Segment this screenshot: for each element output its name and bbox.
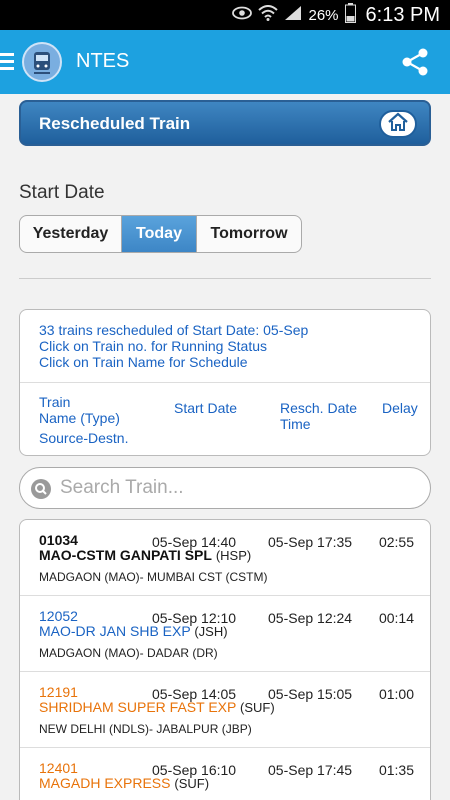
delay: 01:35 <box>378 762 414 778</box>
clock: 6:13 PM <box>365 3 440 26</box>
resched-date: 05-Sep 15:05 <box>268 686 353 702</box>
wifi-icon <box>258 5 279 25</box>
home-button[interactable] <box>379 110 417 138</box>
menu-icon[interactable] <box>0 53 14 71</box>
start-date-label: Start Date <box>19 182 105 203</box>
hint-running-status: Click on Train no. for Running Status <box>39 338 268 354</box>
start-date: 05-Sep 14:05 <box>152 686 237 702</box>
list-item[interactable]: 01034 MAO-CSTM GANPATI SPL (HSP) MADGAON… <box>20 520 430 596</box>
hint-schedule: Click on Train Name for Schedule <box>39 354 248 370</box>
divider <box>20 382 430 383</box>
divider <box>19 278 431 279</box>
app-title: NTES <box>76 50 130 72</box>
train-route: MADGAON (MAO)- DADAR (DR) <box>39 646 218 660</box>
list-item[interactable]: 12401 MAGADH EXPRESS (SUF) 05-Sep 16:10 … <box>20 748 430 800</box>
column-header-train: Train Name (Type) Source-Destn. <box>39 394 129 446</box>
train-number[interactable]: 12401 <box>39 760 78 776</box>
signal-icon <box>284 5 302 25</box>
start-date-selector: Yesterday Today Tomorrow <box>19 215 302 253</box>
search-input[interactable] <box>60 473 420 503</box>
column-header-start-date: Start Date <box>174 400 238 416</box>
battery-percent: 26% <box>308 6 339 24</box>
today-button[interactable]: Today <box>122 216 197 252</box>
column-header-resched-date: Resch. Date Time <box>280 400 358 432</box>
resched-date: 05-Sep 12:24 <box>268 610 353 626</box>
train-route: NEW DELHI (NDLS)- JABALPUR (JBP) <box>39 722 252 736</box>
home-icon <box>387 112 409 137</box>
status-bar: 26% 6:13 PM <box>0 0 450 30</box>
train-route: MADGAON (MAO)- MUMBAI CST (CSTM) <box>39 570 268 584</box>
yesterday-button[interactable]: Yesterday <box>20 216 122 252</box>
status-icons: 26% 6:13 PM <box>232 0 440 30</box>
tomorrow-button[interactable]: Tomorrow <box>197 216 301 252</box>
train-number[interactable]: 01034 <box>39 532 78 548</box>
train-number[interactable]: 12052 <box>39 608 78 624</box>
share-icon[interactable] <box>400 47 430 77</box>
delay: 02:55 <box>378 534 414 550</box>
info-card: 33 trains rescheduled of Start Date: 05-… <box>19 309 431 456</box>
battery-icon <box>344 3 356 27</box>
page-header-banner: Rescheduled Train <box>19 100 431 146</box>
app-bar: NTES <box>0 30 450 94</box>
list-item[interactable]: 12052 MAO-DR JAN SHB EXP (JSH) MADGAON (… <box>20 596 430 672</box>
list-item[interactable]: 12191 SHRIDHAM SUPER FAST EXP (SUF) NEW … <box>20 672 430 748</box>
resched-date: 05-Sep 17:45 <box>268 762 353 778</box>
start-date: 05-Sep 12:10 <box>152 610 237 626</box>
train-number[interactable]: 12191 <box>39 684 78 700</box>
search-box <box>19 467 431 509</box>
search-icon <box>31 479 51 499</box>
start-date: 05-Sep 14:40 <box>152 534 237 550</box>
page-title: Rescheduled Train <box>39 114 191 133</box>
delay: 00:14 <box>378 610 414 626</box>
train-logo-icon[interactable] <box>22 42 62 82</box>
column-header-delay: Delay <box>382 400 418 416</box>
delay: 01:00 <box>378 686 414 702</box>
summary-text: 33 trains rescheduled of Start Date: 05-… <box>39 322 309 338</box>
train-list: 01034 MAO-CSTM GANPATI SPL (HSP) MADGAON… <box>19 519 431 800</box>
eye-icon <box>232 6 253 24</box>
resched-date: 05-Sep 17:35 <box>268 534 353 550</box>
start-date: 05-Sep 16:10 <box>152 762 237 778</box>
info-text: 33 trains rescheduled of Start Date: 05-… <box>39 322 308 370</box>
